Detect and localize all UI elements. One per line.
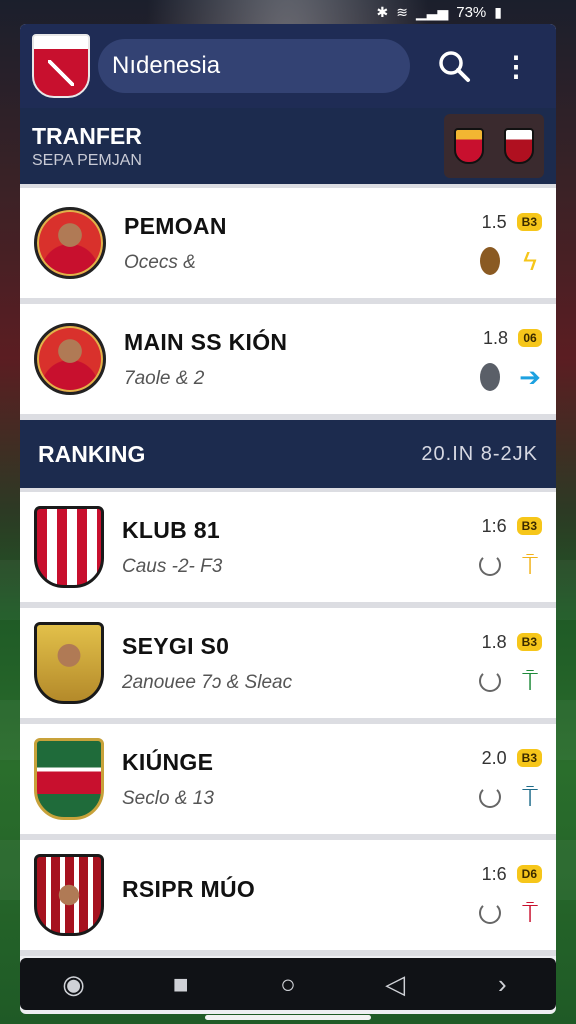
ranking-banner: RANKING 20.IN 8-2ЈK [20,420,556,492]
ranking-title: RANKING [38,440,146,467]
system-nav-bar: ◉ ■ ○ ◁ › [20,958,556,1010]
transfer-club-badges[interactable] [444,114,544,178]
club-crest [34,854,104,936]
stat-value: 1:6 [481,863,507,884]
club-crest [34,506,104,588]
transfer-banner: TRANFER SEPA PEMJAN [20,108,556,188]
stat-badge: B3 [516,213,542,231]
more-vertical-icon: ⋮ [502,50,530,82]
refresh-icon [478,667,502,695]
club-crest-icon [454,128,484,164]
player-detail: 7aole & 2 [124,367,205,389]
brown-oval-icon [478,246,502,275]
square-icon: ■ [172,968,189,999]
battery-percent: 73% [456,3,487,21]
transfer-subtitle: SEPA PEMJAN [32,151,142,169]
stat-value: 1:6 [481,515,507,536]
search-icon [439,51,470,82]
upload-icon[interactable]: ⍑ [518,899,542,927]
lightning-icon[interactable]: ϟ [518,247,542,275]
upload-icon[interactable]: ⍑ [518,783,542,811]
upload-icon[interactable]: ⍑ [518,551,542,579]
club-name: SEYGI S0 [122,632,230,659]
club-detail: Seclo & 13 [122,787,214,809]
grey-oval-icon [478,362,502,391]
club-crest [34,622,104,704]
overflow-menu-button[interactable]: ⋮ [492,42,540,90]
player-avatar [34,207,106,279]
triangle-back-icon: ◁ [385,968,406,999]
refresh-icon [478,899,502,927]
arrow-right-icon[interactable]: ➔ [518,363,542,391]
club-logo[interactable] [32,34,90,98]
transfer-title: TRANFER [32,122,142,149]
player-name: MAIN SS KIÓN [124,328,288,355]
search-bar[interactable]: Nıdenesia [98,39,410,93]
back-button[interactable]: ◁ [371,964,419,1004]
stat-value: 1.5 [481,211,507,232]
stat-value: 1.8 [481,631,507,652]
forward-button[interactable]: › [478,964,526,1004]
assistant-icon: ◉ [62,968,85,999]
upload-icon[interactable]: ⍑ [518,667,542,695]
stat-badge: B3 [516,517,542,535]
transfer-card[interactable]: MAIN SS KIÓN 7aole & 2 1.8 06 ➔ [20,304,556,420]
club-name: RSIPR MÚO [122,875,256,902]
status-bar: ✱ ≋ ▁▃▅ 73% ▮ [0,0,576,24]
club-crest [34,738,104,820]
signal-icon: ▁▃▅ [415,3,449,20]
ranking-card[interactable]: KIÚNGE Seclo & 13 2.0 B3 ⍑ [20,724,556,840]
circle-icon: ○ [280,968,296,999]
club-name: KLUB 81 [122,516,220,543]
ranking-card[interactable]: KLUB 81 Caus -2- F3 1:6 B3 ⍑ [20,492,556,608]
stat-badge: D6 [516,865,542,883]
club-crest-icon [504,128,534,164]
stat-badge: 06 [518,329,542,347]
wifi-icon: ≋ [396,3,408,20]
app-window: Nıdenesia ⋮ TRANFER SEPA PEMJAN PEMOAN O… [20,24,556,1014]
app-header: Nıdenesia ⋮ [20,24,556,108]
stat-value: 1.8 [482,327,508,348]
player-detail: Ocecs & [124,251,196,273]
bluetooth-icon: ✱ [376,3,389,20]
ranking-card[interactable]: RSIPR MÚO 1:6 D6 ⍑ [20,840,556,956]
refresh-icon [478,783,502,811]
chevron-right-icon: › [498,968,507,999]
header-title: Nıdenesia [112,52,221,79]
refresh-icon [478,551,502,579]
stat-badge: B3 [516,633,542,651]
club-name: KIÚNGE [122,748,214,775]
assistant-button[interactable]: ◉ [50,964,98,1004]
ranking-range: 20.IN 8-2ЈK [421,442,538,465]
home-button[interactable]: ○ [264,964,312,1004]
club-detail: 2anouee 7ɔ & Sleac [122,671,293,693]
home-indicator[interactable] [205,1015,371,1020]
battery-icon: ▮ [494,3,502,20]
player-name: PEMOAN [124,212,227,239]
recents-button[interactable]: ■ [157,964,205,1004]
club-detail: Caus -2- F3 [122,555,223,577]
player-avatar [34,323,106,395]
transfer-card[interactable]: PEMOAN Ocecs & 1.5 B3 ϟ [20,188,556,304]
search-button[interactable] [430,42,478,90]
ranking-card[interactable]: SEYGI S0 2anouee 7ɔ & Sleac 1.8 B3 ⍑ [20,608,556,724]
stat-badge: B3 [516,749,542,767]
stat-value: 2.0 [481,747,507,768]
